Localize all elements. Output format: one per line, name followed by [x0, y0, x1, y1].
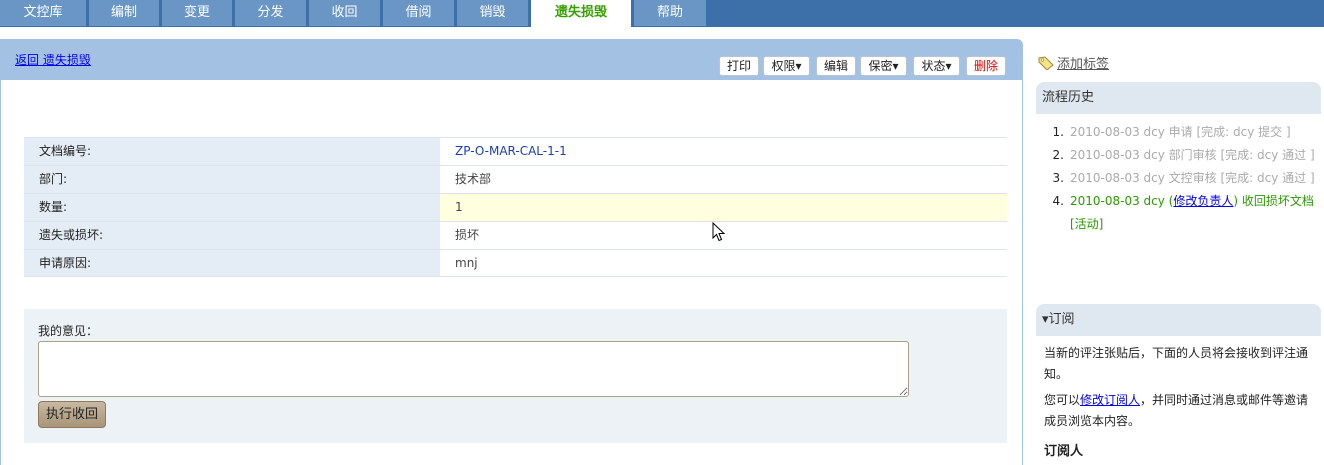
- subscribers-title: 订阅人: [1044, 444, 1084, 459]
- quantity-value: 1: [440, 194, 1007, 221]
- tab-destroy[interactable]: 销毁: [457, 0, 528, 26]
- execute-recall-button[interactable]: 执行收回: [38, 401, 106, 428]
- tab-borrow[interactable]: 借阅: [383, 0, 454, 26]
- list-item: 4. 2010-08-03 dcy (修改负责人) 收回损坏文档 [活动]: [1052, 194, 1314, 231]
- department-value: 技术部: [455, 172, 492, 186]
- subscribe-invite-text: 您可以修改订阅人，并同时通过消息或邮件等邀请成员浏览本内容。: [1044, 393, 1309, 428]
- sidebar: 添加标签 流程历史 1. 2010-08-03 dcy 申请 [完成: dcy …: [1036, 0, 1324, 465]
- list-item: 1. 2010-08-03 dcy 申请 [完成: dcy 提交 ]: [1052, 125, 1291, 139]
- main-panel: 返回 遗失损毁 打印 权限▾ 编辑 保密▾ 状态▾ 删除 文档编号: ZP-O-…: [0, 39, 1023, 465]
- list-item: 3. 2010-08-03 dcy 文控审核 [完成: dcy 通过 ]: [1052, 171, 1315, 185]
- tab-doc-library[interactable]: 文控库: [0, 0, 86, 26]
- table-row: 文档编号: ZP-O-MAR-CAL-1-1: [24, 137, 1007, 165]
- opinion-section: 我的意见： 执行收回: [24, 309, 1007, 443]
- table-row: 数量: 1: [24, 193, 1007, 221]
- table-row: 遗失或损坏: 损坏: [24, 221, 1007, 249]
- tab-lost-damaged[interactable]: 遗失损毁: [531, 0, 631, 27]
- list-item: 2. 2010-08-03 dcy 部门审核 [完成: dcy 通过 ]: [1052, 148, 1315, 162]
- subscribe-title: 订阅: [1048, 312, 1075, 327]
- detail-label: 申请原因:: [24, 250, 440, 276]
- change-owner-link[interactable]: 修改负责人: [1173, 194, 1233, 208]
- secret-dropdown[interactable]: 保密▾: [860, 56, 907, 76]
- subscribe-description: 当新的评注张贴后，下面的人员将会接收到评注通知。: [1044, 346, 1309, 381]
- tab-help[interactable]: 帮助: [634, 0, 706, 26]
- mouse-cursor-icon: [712, 222, 726, 242]
- detail-label: 部门:: [24, 166, 440, 193]
- history-text: 2010-08-03 dcy 申请 [完成: dcy 提交 ]: [1070, 125, 1291, 139]
- add-tag-link[interactable]: 添加标签: [1038, 53, 1109, 72]
- table-row: 申请原因: mnj: [24, 249, 1007, 277]
- change-subscribers-link[interactable]: 修改订阅人: [1080, 393, 1140, 407]
- detail-label: 文档编号:: [24, 138, 440, 165]
- print-button[interactable]: 打印: [719, 56, 759, 76]
- history-text: 2010-08-03 dcy 文控审核 [完成: dcy 通过 ]: [1070, 171, 1315, 185]
- delete-button[interactable]: 删除: [966, 56, 1006, 76]
- opinion-textarea[interactable]: [38, 341, 909, 397]
- doc-number-value[interactable]: ZP-O-MAR-CAL-1-1: [440, 138, 1007, 165]
- detail-label: 数量:: [24, 194, 440, 221]
- tag-icon: [1038, 55, 1054, 70]
- history-text: 2010-08-03 dcy 部门审核 [完成: dcy 通过 ]: [1070, 148, 1315, 162]
- back-link[interactable]: 返回 遗失损毁: [15, 51, 91, 68]
- table-row: 部门: 技术部: [24, 165, 1007, 193]
- edit-button[interactable]: 编辑: [816, 56, 856, 76]
- tab-recall[interactable]: 收回: [309, 0, 380, 26]
- tab-change[interactable]: 变更: [162, 0, 232, 26]
- opinion-label: 我的意见：: [38, 324, 99, 338]
- tab-compile[interactable]: 编制: [89, 0, 159, 26]
- tab-distribute[interactable]: 分发: [235, 0, 306, 26]
- permission-dropdown[interactable]: 权限▾: [763, 56, 810, 76]
- subscribe-header[interactable]: ▾订阅: [1036, 304, 1321, 336]
- detail-table: 文档编号: ZP-O-MAR-CAL-1-1 部门: 技术部 数量: 1 遗失或…: [24, 137, 1007, 277]
- history-text-pre: 2010-08-03 dcy (: [1070, 194, 1174, 208]
- history-list: 1. 2010-08-03 dcy 申请 [完成: dcy 提交 ] 2. 20…: [1050, 121, 1320, 236]
- detail-label: 遗失或损坏:: [24, 222, 440, 249]
- reason-value: mnj: [455, 256, 478, 270]
- status-dropdown[interactable]: 状态▾: [913, 56, 960, 76]
- history-header: 流程历史: [1036, 82, 1321, 114]
- add-tag-label: 添加标签: [1057, 57, 1110, 72]
